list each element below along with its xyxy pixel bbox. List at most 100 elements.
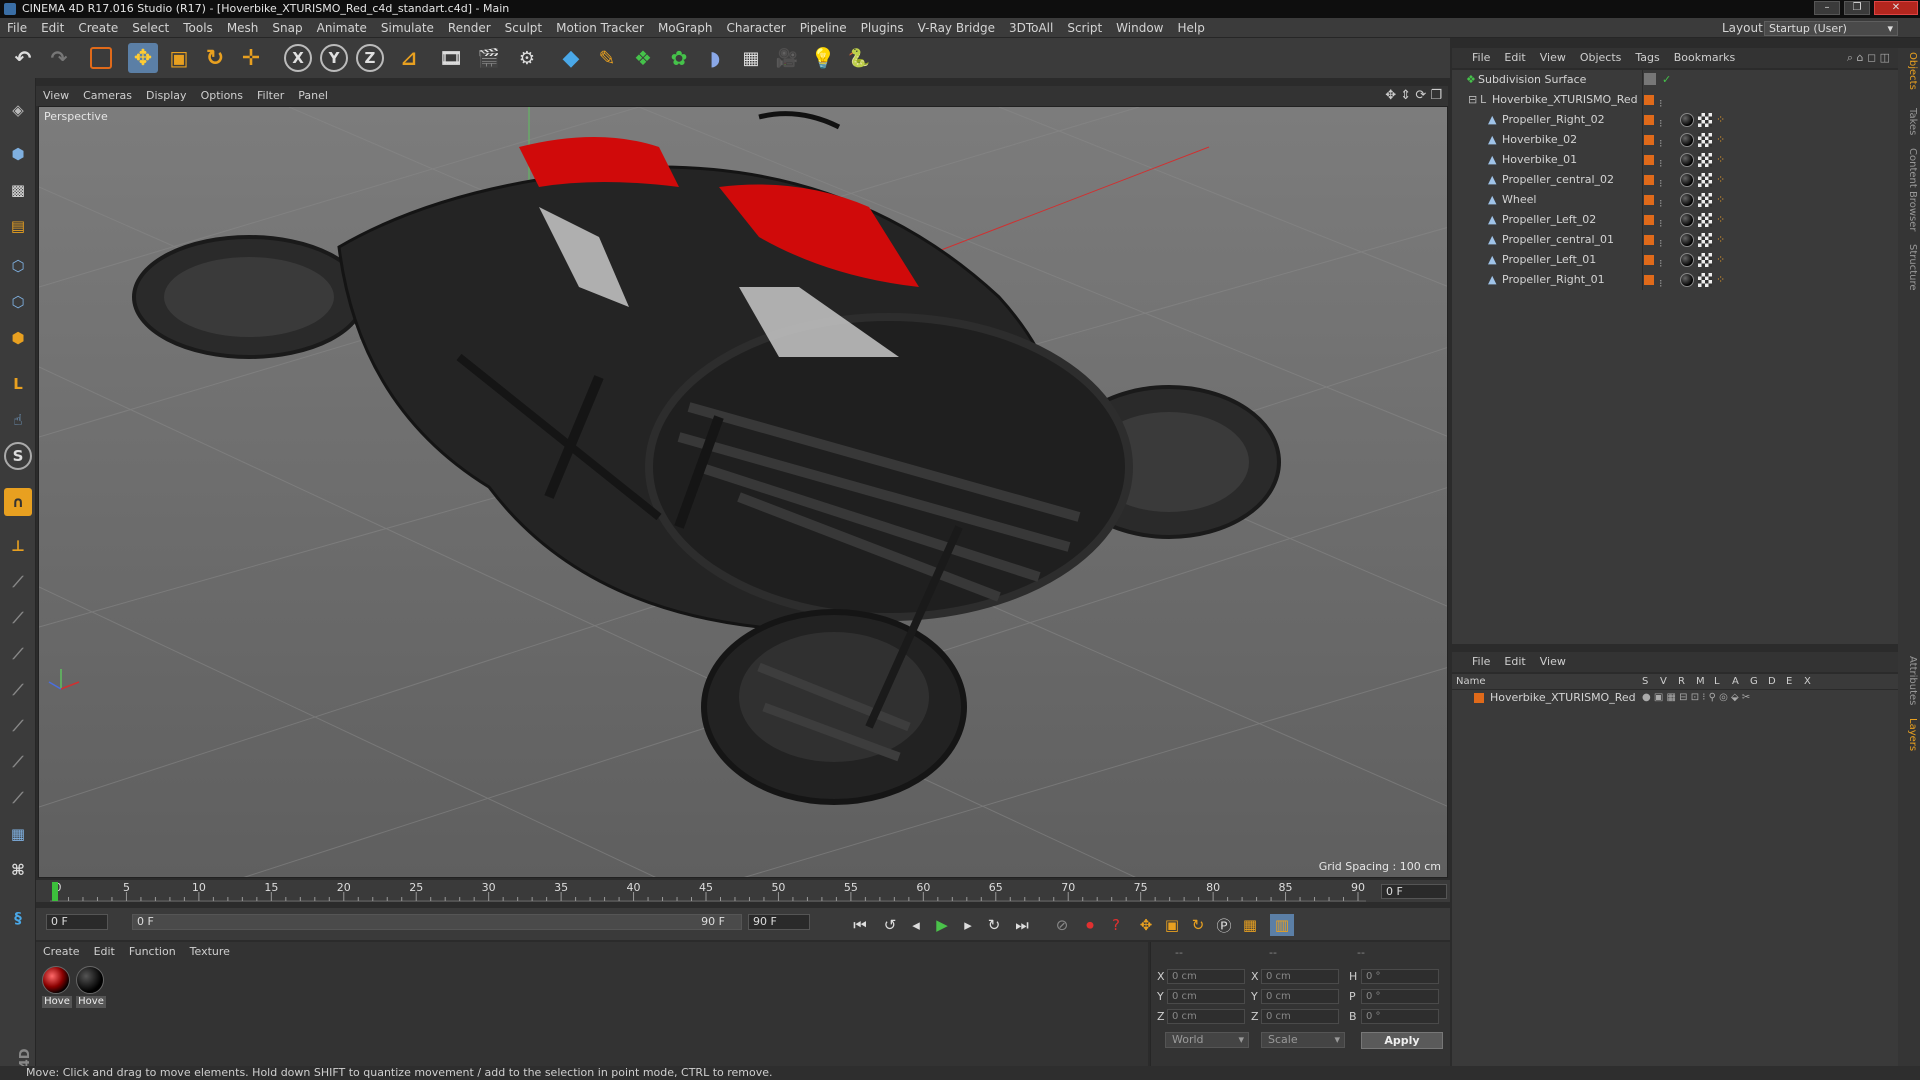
uvw-tag-icon[interactable] (1698, 173, 1712, 187)
phong-tag-icon[interactable]: ⁘ (1716, 193, 1728, 207)
phong-tag-icon[interactable]: ⁘ (1716, 253, 1728, 267)
menu-edit[interactable]: Edit (34, 18, 71, 38)
workplane-icon[interactable]: ▤ (4, 212, 32, 240)
visibility-dots-icon[interactable]: ⁝ (1659, 134, 1663, 150)
layer-color-swatch[interactable] (1474, 693, 1484, 703)
object-row[interactable]: ▲ Hoverbike_02 ⁝ ⁘ (1452, 130, 1898, 150)
material-menu-create[interactable]: Create (36, 942, 87, 962)
material-menu-texture[interactable]: Texture (183, 942, 237, 962)
coord-mode-dropdown[interactable]: Scale ▾ (1261, 1032, 1345, 1048)
sculpt-smooth-icon[interactable]: ⟋ (4, 640, 32, 668)
current-frame-field[interactable]: 0 F (1381, 884, 1447, 899)
points-mode-icon[interactable]: ⬡ (4, 252, 32, 280)
object-row[interactable]: Subdivision Surface ❖ ✓ (1452, 70, 1898, 90)
uvw-tag-icon[interactable] (1698, 193, 1712, 207)
visibility-dots-icon[interactable]: ⁝ (1659, 234, 1663, 250)
phong-tag-icon[interactable]: ⁘ (1716, 113, 1728, 127)
material-tag-icon[interactable] (1680, 113, 1694, 127)
viewport-menu-options[interactable]: Options (194, 86, 250, 106)
python-icon[interactable]: 🐍 (844, 43, 874, 73)
coord-size-z-field[interactable]: 0 cm (1261, 1009, 1339, 1024)
sculpt-pull-icon[interactable]: ⟋ (4, 604, 32, 632)
phong-tag-icon[interactable]: ⁘ (1716, 273, 1728, 287)
pen-spline-icon[interactable]: ✎ (592, 43, 622, 73)
transform-tool-icon[interactable]: ✛ (236, 43, 266, 73)
object-menu-bookmarks[interactable]: Bookmarks (1667, 48, 1742, 68)
grid-snap-icon[interactable]: ▦ (4, 820, 32, 848)
timeline-layout-icon[interactable]: ▥ (1270, 914, 1294, 936)
menu-plugins[interactable]: Plugins (854, 18, 911, 38)
material-tag-icon[interactable] (1680, 213, 1694, 227)
tab-content-browser[interactable]: Content Browser (1900, 148, 1918, 231)
brush-tool-icon[interactable]: ⟋ (4, 568, 32, 596)
layer-color-swatch[interactable] (1644, 135, 1654, 145)
menu-select[interactable]: Select (125, 18, 176, 38)
material-menu-edit[interactable]: Edit (87, 942, 122, 962)
menu-help[interactable]: Help (1170, 18, 1211, 38)
render-picture-viewer-icon[interactable]: 🎬 (474, 43, 504, 73)
visibility-dots-icon[interactable]: ⁝ (1659, 154, 1663, 170)
prev-key-icon[interactable]: ↺ (878, 914, 902, 936)
next-key-icon[interactable]: ↻ (982, 914, 1006, 936)
phong-tag-icon[interactable]: ⁘ (1716, 213, 1728, 227)
sculpt-knife-icon[interactable]: ⟋ (4, 784, 32, 812)
visibility-dots-icon[interactable]: ⁝ (1659, 194, 1663, 210)
move-tool-icon[interactable]: ✥ (128, 43, 158, 73)
coord-rot-b-field[interactable]: 0 ° (1361, 1009, 1439, 1024)
object-row[interactable]: ▲ Propeller_Left_02 ⁝ ⁘ (1452, 210, 1898, 230)
goto-start-icon[interactable]: ⏮ (848, 914, 872, 936)
render-view-icon[interactable]: 🎞 (436, 43, 466, 73)
material-tag-icon[interactable] (1680, 193, 1694, 207)
object-menu-objects[interactable]: Objects (1573, 48, 1629, 68)
edges-mode-icon[interactable]: ⬡ (4, 288, 32, 316)
object-menu-view[interactable]: View (1533, 48, 1573, 68)
viewport-menu-filter[interactable]: Filter (250, 86, 291, 106)
record-icon[interactable]: ⊘ (1050, 914, 1074, 936)
camera-icon[interactable]: 🎥 (772, 43, 802, 73)
material-menu-function[interactable]: Function (122, 942, 183, 962)
layer-menu-file[interactable]: File (1452, 652, 1497, 672)
subdivision-surface-icon[interactable]: ❖ (628, 43, 658, 73)
maximize-button[interactable]: ❐ (1844, 1, 1870, 15)
coord-size-y-field[interactable]: 0 cm (1261, 989, 1339, 1004)
start-frame-field[interactable]: 0 F (46, 914, 108, 930)
sculpt-inflate-icon[interactable]: ⟋ (4, 676, 32, 704)
material-tag-icon[interactable] (1680, 253, 1694, 267)
collapse-icon[interactable]: ⊟ (1468, 90, 1477, 110)
make-editable-icon[interactable]: ◈ (4, 96, 32, 124)
coord-pos-y-field[interactable]: 0 cm (1167, 989, 1245, 1004)
menu-window[interactable]: Window (1109, 18, 1170, 38)
keyframe-selection-icon[interactable]: ? (1104, 914, 1128, 936)
sculpt-grab-icon[interactable]: ⟋ (4, 748, 32, 776)
uvw-tag-icon[interactable] (1698, 273, 1712, 287)
cube-icon[interactable]: ◆ (556, 43, 586, 73)
coord-space-dropdown[interactable]: World ▾ (1165, 1032, 1249, 1048)
menu-snap[interactable]: Snap (265, 18, 309, 38)
layer-color-swatch[interactable] (1644, 73, 1656, 85)
menu-simulate[interactable]: Simulate (374, 18, 441, 38)
texture-mode-icon[interactable]: ▩ (4, 176, 32, 204)
menu-mograph[interactable]: MoGraph (651, 18, 720, 38)
menu-animate[interactable]: Animate (310, 18, 374, 38)
magnet-icon[interactable]: ∩ (4, 488, 32, 516)
render-settings-icon[interactable]: ⚙ (512, 43, 542, 73)
layer-row[interactable]: Hoverbike_XTURISMO_Red ● ▣ ▦ ⊟ ⊡ ⁝ ⚲ ◎ ⬙… (1452, 690, 1898, 706)
layer-color-swatch[interactable] (1644, 155, 1654, 165)
visibility-dots-icon[interactable]: ⁝ (1659, 254, 1663, 270)
tab-takes[interactable]: Takes (1900, 108, 1918, 135)
light-icon[interactable]: 💡 (808, 43, 838, 73)
phong-tag-icon[interactable]: ⁘ (1716, 173, 1728, 187)
menu-3dtoall[interactable]: 3DToAll (1002, 18, 1060, 38)
undo-icon[interactable]: ↶ (8, 43, 38, 73)
live-selection-icon[interactable] (90, 47, 112, 69)
tab-objects[interactable]: Objects (1900, 52, 1918, 90)
coord-pos-x-field[interactable]: 0 cm (1167, 969, 1245, 984)
tab-structure[interactable]: Structure (1900, 244, 1918, 291)
floor-icon[interactable]: ▦ (736, 43, 766, 73)
menu-create[interactable]: Create (71, 18, 125, 38)
visibility-dots-icon[interactable]: ⁝ (1659, 214, 1663, 230)
key-position-icon[interactable]: ✥ (1134, 914, 1158, 936)
goto-end-icon[interactable]: ⏭ (1010, 914, 1034, 936)
object-row[interactable]: ▲ Propeller_Left_01 ⁝ ⁘ (1452, 250, 1898, 270)
close-button[interactable]: ✕ (1874, 1, 1918, 15)
